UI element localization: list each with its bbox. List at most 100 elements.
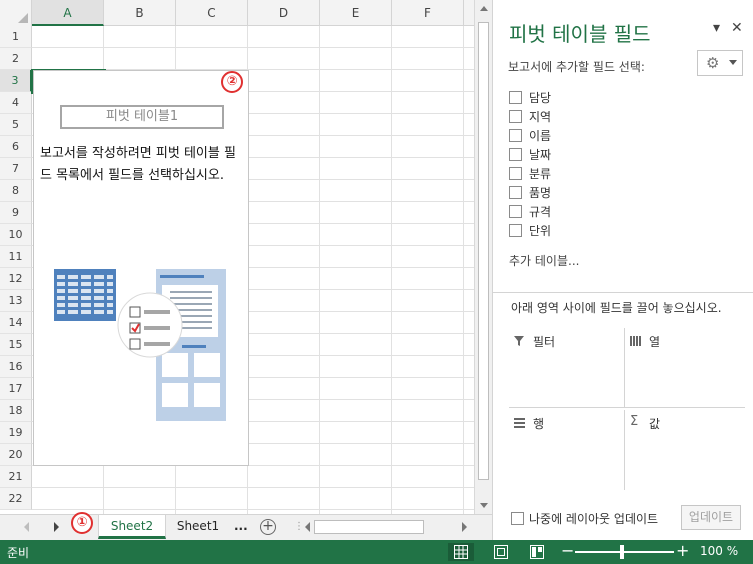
row-header-12[interactable]: 12 — [0, 268, 32, 290]
gear-icon: ⚙ — [706, 54, 720, 72]
row-header-1[interactable]: 1 — [0, 26, 32, 48]
field-checkbox[interactable] — [509, 129, 522, 142]
row-header-14[interactable]: 14 — [0, 312, 32, 334]
field-checkbox[interactable] — [509, 167, 522, 180]
page-break-icon — [530, 545, 544, 559]
field-label: 규격 — [529, 205, 552, 219]
row-header-8[interactable]: 8 — [0, 180, 32, 202]
page-break-view-button[interactable] — [524, 543, 550, 561]
rows-area[interactable]: 행 — [509, 410, 625, 490]
row-header-21[interactable]: 21 — [0, 466, 32, 488]
field-checkbox[interactable] — [509, 148, 522, 161]
values-area[interactable]: Σ 값 — [625, 410, 745, 490]
normal-view-icon — [454, 545, 468, 559]
page-layout-view-button[interactable] — [488, 543, 514, 561]
column-header-f[interactable]: F — [392, 0, 464, 26]
field-label: 분류 — [529, 167, 552, 181]
next-sheet-icon[interactable] — [54, 522, 59, 532]
table-illustration-icon — [54, 269, 116, 321]
close-icon[interactable]: ✕ — [731, 20, 743, 36]
row-header-20[interactable]: 20 — [0, 444, 32, 466]
columns-area[interactable]: 열 — [625, 328, 745, 408]
ready-status: 준비 — [7, 546, 30, 560]
sheet-tab-sheet2[interactable]: Sheet2 — [98, 515, 166, 539]
row-header-13[interactable]: 13 — [0, 290, 32, 312]
column-header-e[interactable]: E — [320, 0, 392, 26]
vertical-scroll-thumb[interactable] — [478, 22, 489, 480]
column-header-bar: A B C D E F — [0, 0, 474, 26]
column-header-c[interactable]: C — [176, 0, 248, 26]
field-label: 이름 — [529, 129, 552, 143]
row-header-6[interactable]: 6 — [0, 136, 32, 158]
field-list-illustration-icon — [117, 269, 226, 421]
scroll-right-icon[interactable] — [462, 522, 467, 532]
columns-icon — [630, 336, 641, 346]
row-header-2[interactable]: 2 — [0, 48, 32, 70]
zoom-slider[interactable] — [575, 551, 674, 553]
pivot-instruction-text: 보고서를 작성하려면 피벗 테이블 필드 목록에서 필드를 선택하십시오. — [40, 146, 236, 183]
pane-subtitle: 보고서에 추가할 필드 선택: — [508, 60, 645, 74]
field-label: 지역 — [529, 110, 552, 124]
row-header-9[interactable]: 9 — [0, 202, 32, 224]
rows-area-label: 행 — [533, 417, 545, 431]
row-header-7[interactable]: 7 — [0, 158, 32, 180]
field-checkbox[interactable] — [509, 91, 522, 104]
field-checkbox[interactable] — [509, 224, 522, 237]
column-header-a[interactable]: A — [32, 0, 104, 26]
row-header-10[interactable]: 10 — [0, 224, 32, 246]
scroll-up-icon[interactable] — [480, 6, 488, 11]
add-sheet-icon[interactable]: + — [260, 519, 276, 535]
normal-view-button[interactable] — [448, 543, 474, 561]
tools-button[interactable]: ⚙ — [697, 50, 743, 76]
zoom-out-icon[interactable]: − — [561, 541, 574, 560]
zoom-slider-thumb[interactable] — [620, 545, 624, 559]
filters-area[interactable]: 필터 — [509, 328, 625, 408]
column-header-b[interactable]: B — [104, 0, 176, 26]
zoom-in-icon[interactable]: + — [676, 541, 689, 560]
row-header-19[interactable]: 19 — [0, 422, 32, 444]
sheet-tab-bar: ① Sheet2 Sheet1 ... + ⋮ — [0, 512, 492, 540]
select-all-corner[interactable] — [0, 0, 32, 26]
vertical-scrollbar[interactable] — [474, 0, 492, 514]
column-header-d[interactable]: D — [248, 0, 320, 26]
sheet-tab-sheet1[interactable]: Sheet1 — [166, 515, 230, 539]
row-header-22[interactable]: 22 — [0, 488, 32, 510]
field-label: 날짜 — [529, 148, 552, 162]
scroll-left-icon[interactable] — [305, 522, 310, 532]
row-header-3[interactable]: 3 — [0, 70, 32, 92]
row-header-16[interactable]: 16 — [0, 356, 32, 378]
field-checkbox[interactable] — [509, 186, 522, 199]
zoom-level[interactable]: 100 % — [700, 544, 738, 558]
pivot-table-name: 피벗 테이블1 — [60, 105, 224, 129]
row-header-5[interactable]: 5 — [0, 114, 32, 136]
splitter-handle-icon[interactable]: ⋮ — [294, 521, 304, 532]
scroll-down-icon[interactable] — [480, 503, 488, 508]
filters-area-label: 필터 — [533, 335, 556, 349]
previous-sheet-icon[interactable] — [24, 522, 29, 532]
row-header-15[interactable]: 15 — [0, 334, 32, 356]
area-spacer — [509, 370, 745, 371]
filter-icon — [514, 336, 524, 346]
chevron-down-icon — [729, 60, 737, 65]
field-checkbox[interactable] — [509, 205, 522, 218]
row-header-11[interactable]: 11 — [0, 246, 32, 268]
status-bar: 준비 − + 100 % — [0, 540, 753, 564]
pivot-field-list-pane: 피벗 테이블 필드 ▾ ✕ 보고서에 추가할 필드 선택: ⚙ 담당 지역 이름 날짜… — [492, 0, 753, 540]
field-checkbox[interactable] — [509, 110, 522, 123]
row-header-17[interactable]: 17 — [0, 378, 32, 400]
more-tables-link[interactable]: 추가 테이블... — [509, 252, 579, 269]
rows-icon — [514, 418, 525, 428]
row-header-18[interactable]: 18 — [0, 400, 32, 422]
horizontal-scroll-thumb[interactable] — [314, 520, 424, 534]
defer-update-checkbox[interactable] — [511, 512, 524, 525]
pane-divider — [493, 292, 753, 293]
update-button[interactable]: 업데이트 — [681, 505, 741, 530]
worksheet-grid[interactable]: A B C D E F 1 2 3 4 5 6 7 8 9 10 11 12 13 14 15 16 17 18 1… — [0, 0, 474, 514]
annotation-badge-2: ② — [221, 71, 243, 93]
row-header-4[interactable]: 4 — [0, 92, 32, 114]
areas-hint-text: 아래 영역 사이에 필드를 끌어 놓으십시오. — [511, 301, 722, 315]
pivot-table-placeholder[interactable]: 피벗 테이블1 보고서를 작성하려면 피벗 테이블 필드 목록에서 필드를 선택… — [33, 70, 249, 466]
pivot-illustration — [54, 269, 226, 421]
more-sheets-button[interactable]: ... — [228, 515, 254, 539]
pane-options-dropdown-icon[interactable]: ▾ — [713, 20, 720, 36]
